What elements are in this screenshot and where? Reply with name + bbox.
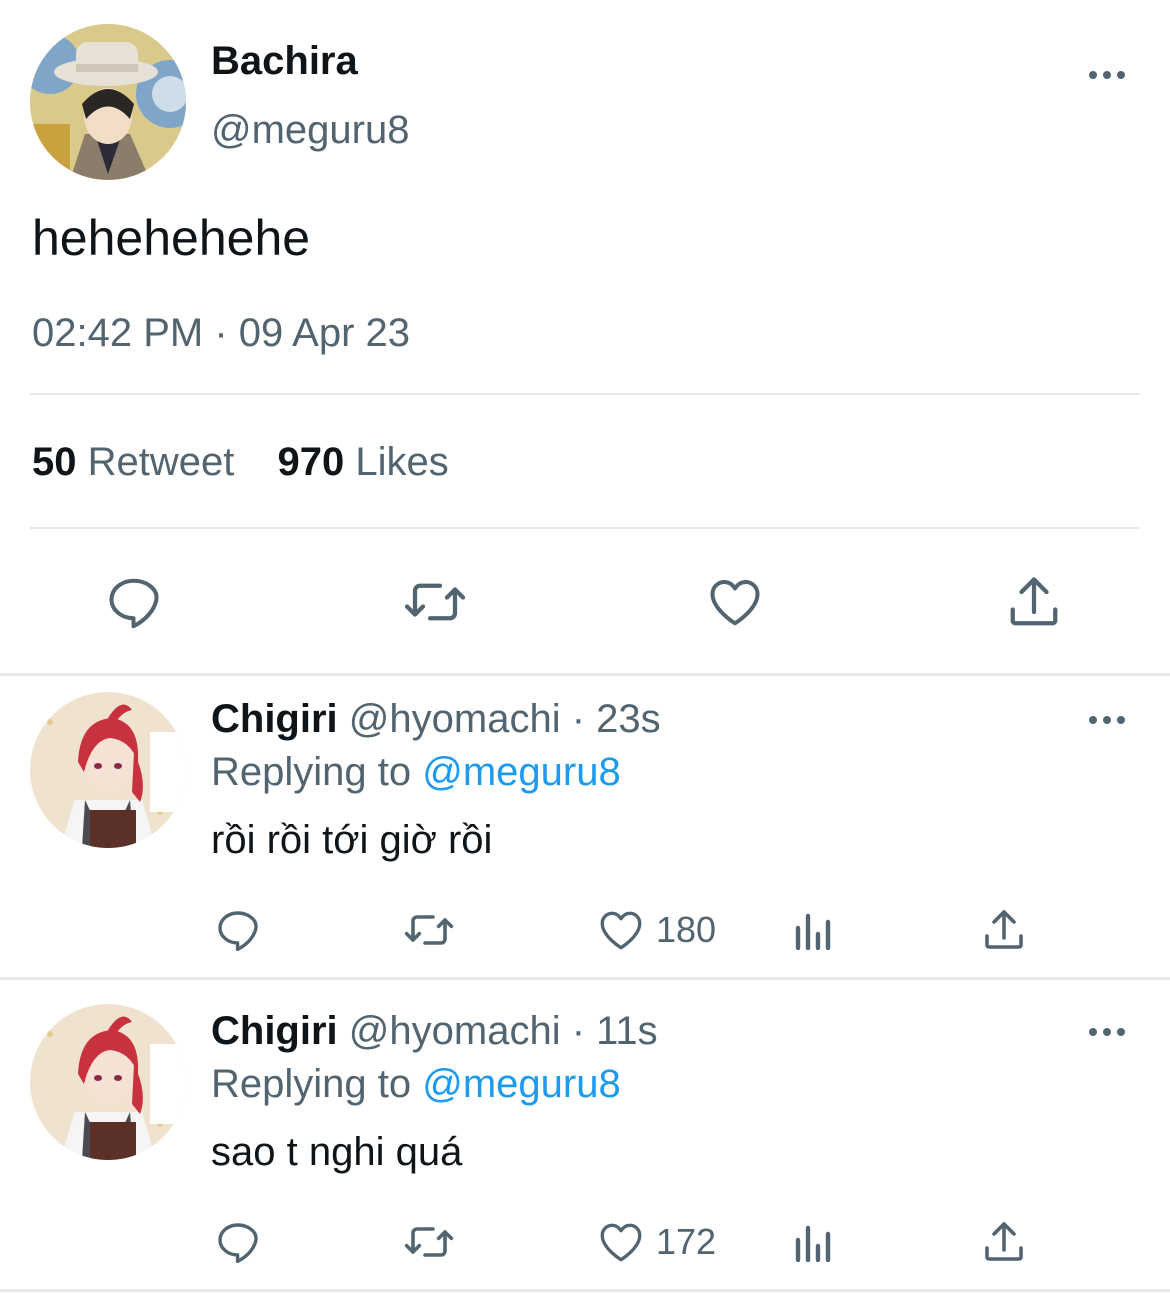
avatar-bachira[interactable] [30,24,186,180]
likes-stat[interactable]: 970 Likes [278,440,449,484]
reply-header: Chigiri @hyomachi · 11s [211,1008,658,1054]
reply-header: Chigiri @hyomachi · 23s [211,696,661,742]
more-icon[interactable] [1089,69,1129,81]
reply-time[interactable]: · 11s [572,1009,658,1053]
divider [30,393,1140,395]
reply-text: sao t nghi quá [211,1130,463,1174]
share-icon[interactable] [1004,572,1064,632]
divider [0,977,1170,980]
share-icon[interactable] [980,1218,1028,1266]
replying-handle[interactable]: @meguru8 [422,750,620,794]
reply-text: rồi rồi tới giờ rồi [211,818,493,862]
tweet-stats: 50 Retweet 970 Likes [32,438,449,486]
more-icon[interactable] [1089,1026,1129,1038]
reply-icon[interactable] [214,906,262,954]
author-display-name[interactable]: Bachira [211,38,358,84]
avatar-chigiri[interactable] [30,692,186,848]
replying-to: Replying to @meguru8 [211,749,621,795]
analytics-icon[interactable] [792,910,834,950]
reply-handle[interactable]: @hyomachi [349,1009,561,1053]
analytics-icon[interactable] [792,1222,834,1262]
retweet-icon[interactable] [402,1218,456,1266]
share-icon[interactable] [980,906,1028,954]
retweet-stat[interactable]: 50 Retweet [32,440,246,484]
replying-handle[interactable]: @meguru8 [422,1062,620,1106]
retweet-icon[interactable] [402,906,456,954]
like-action[interactable]: 180 [596,904,716,956]
replying-label: Replying to [211,1062,412,1106]
replying-label: Replying to [211,750,412,794]
more-icon[interactable] [1089,714,1129,726]
reply-icon[interactable] [104,572,164,632]
like-icon [596,905,646,955]
retweet-label: Retweet [87,440,235,484]
like-icon[interactable] [704,572,766,632]
like-count: 180 [656,909,717,950]
reply-icon[interactable] [214,1218,262,1266]
like-count: 172 [656,1221,717,1262]
tweet-timestamp[interactable]: 02:42 PM · 09 Apr 23 [32,310,410,356]
tweet-text: hehehehehe [32,210,311,266]
divider [30,527,1140,529]
retweet-icon[interactable] [402,572,468,632]
divider [0,673,1170,676]
likes-count: 970 [277,440,345,484]
replying-to: Replying to @meguru8 [211,1061,621,1107]
reply-display-name[interactable]: Chigiri [211,697,338,741]
reply-time[interactable]: · 23s [572,697,661,741]
like-icon [596,1217,646,1267]
reply-handle[interactable]: @hyomachi [349,697,561,741]
likes-label: Likes [355,440,449,484]
divider [0,1289,1170,1292]
reply-display-name[interactable]: Chigiri [211,1009,338,1053]
like-action[interactable]: 172 [596,1216,716,1268]
retweet-count: 50 [32,440,77,484]
author-handle[interactable]: @meguru8 [211,107,409,153]
avatar-chigiri[interactable] [30,1004,186,1160]
